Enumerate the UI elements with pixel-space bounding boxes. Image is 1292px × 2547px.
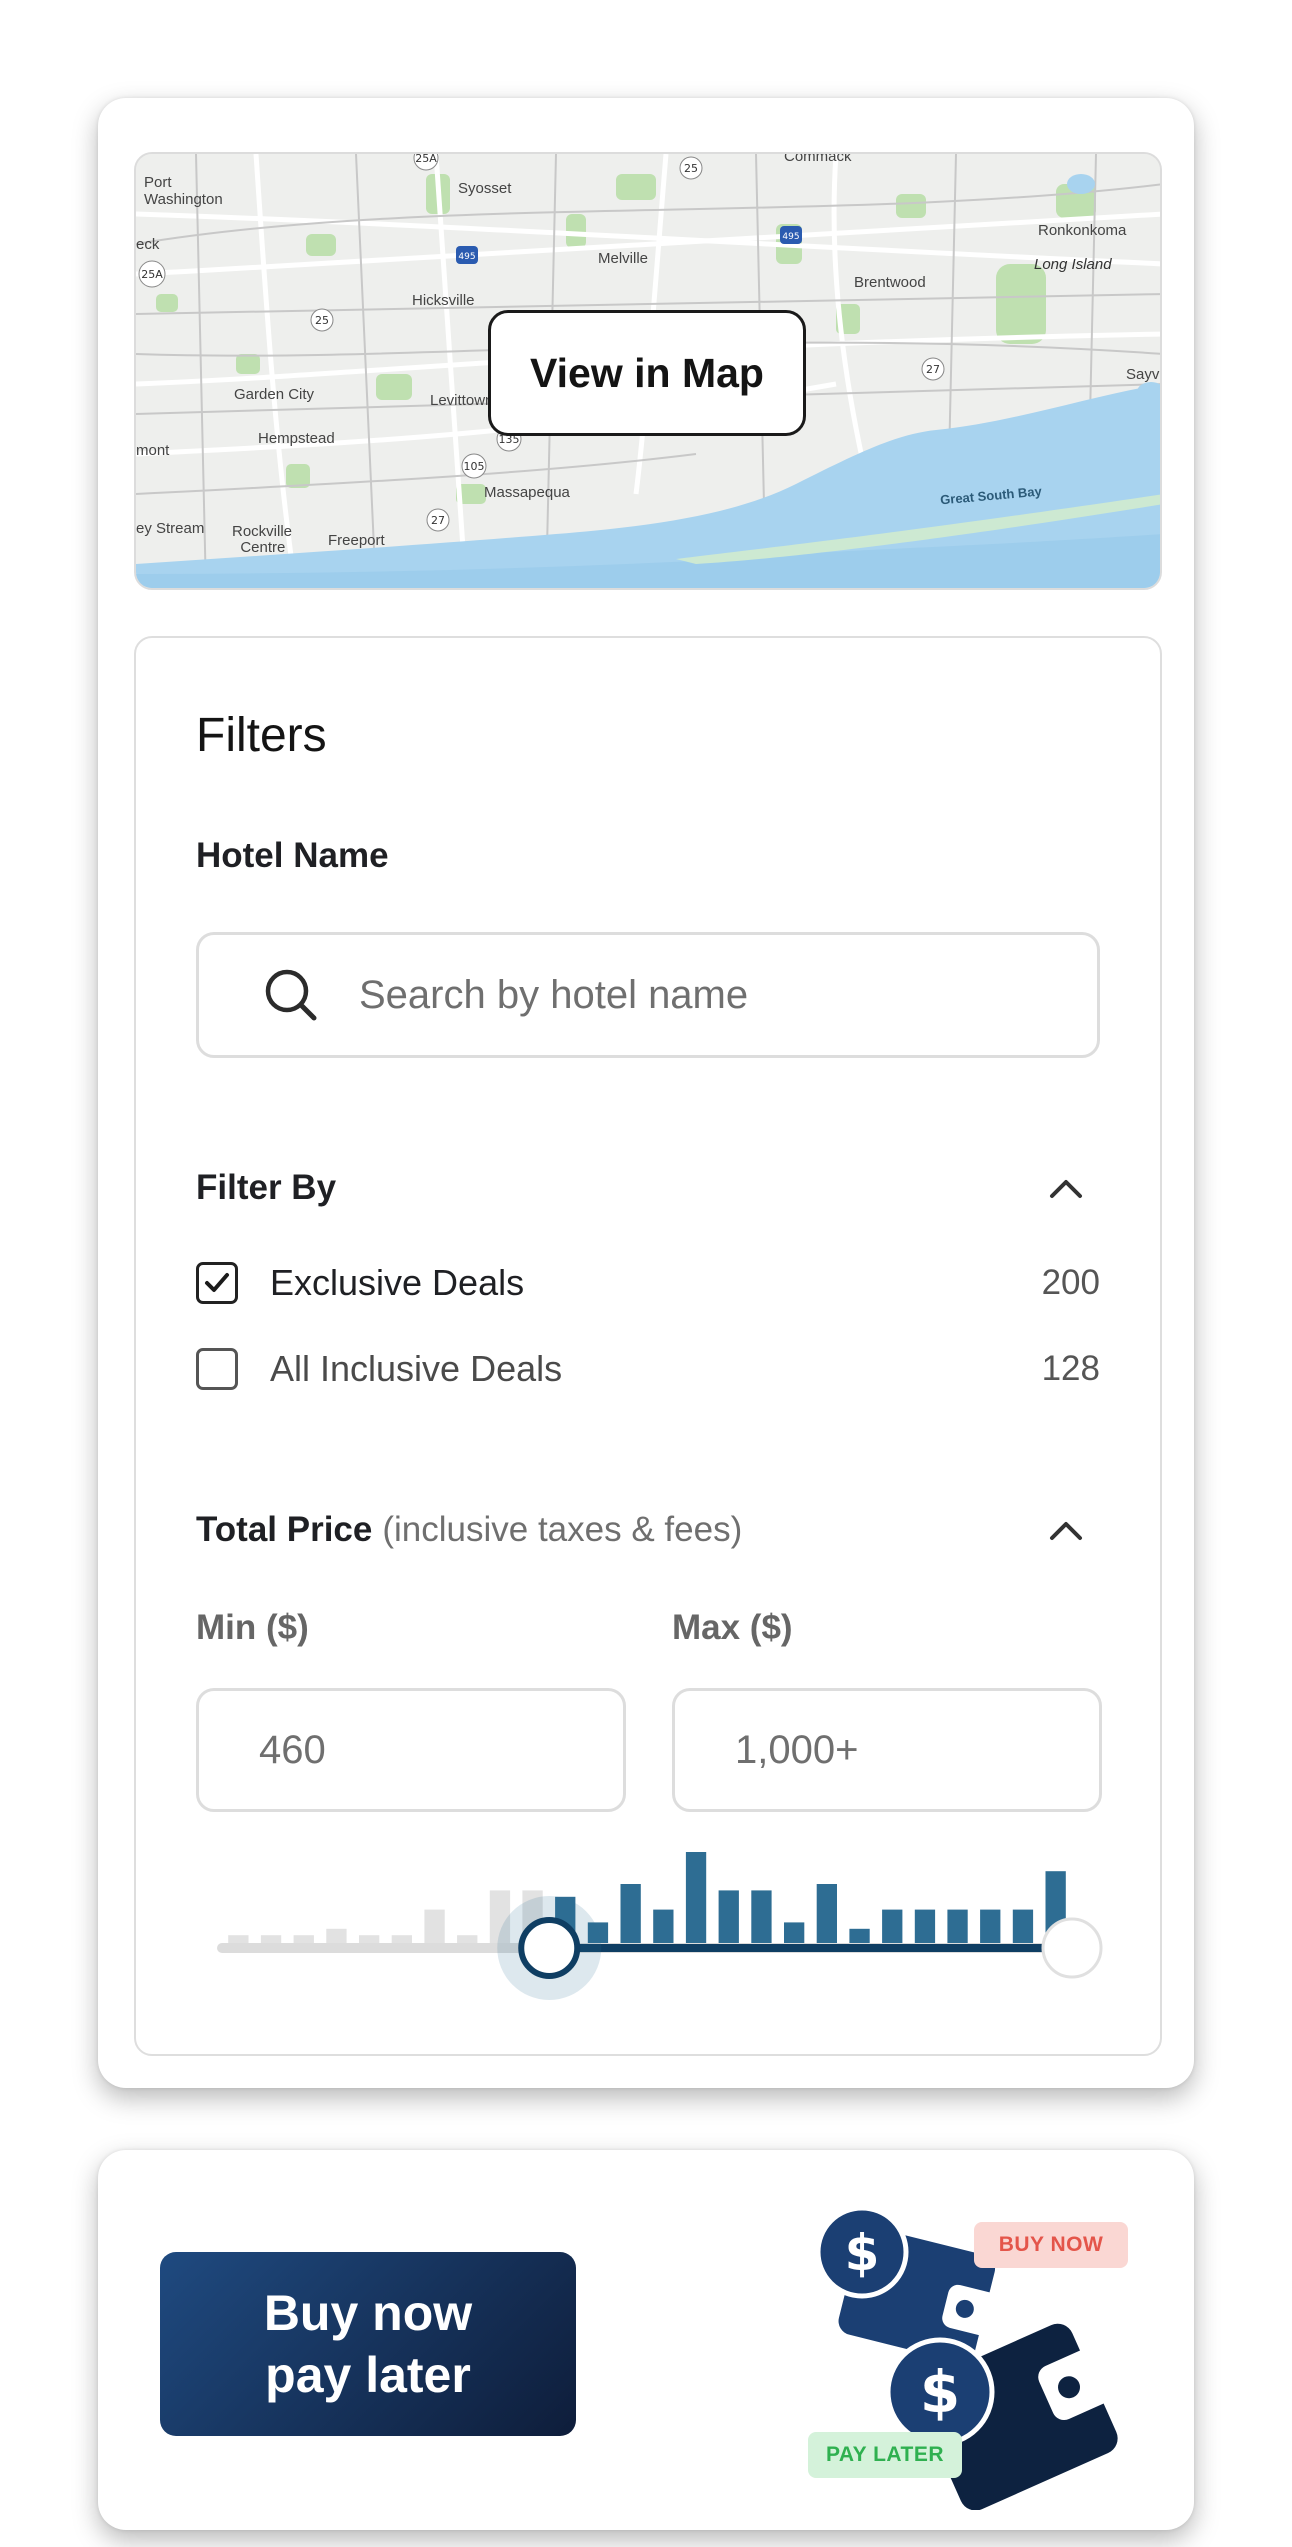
histogram-bar <box>816 1884 837 1948</box>
map-label-port-washington: Port Washington <box>144 174 223 208</box>
map-label-rockville-centre: Rockville Centre <box>232 523 293 556</box>
map-label-freeport: Freeport <box>328 532 385 549</box>
filters-title: Filters <box>196 709 327 762</box>
histogram-bar <box>653 1909 674 1948</box>
hotel-name-label: Hotel Name <box>196 836 389 875</box>
price-histogram-slider[interactable] <box>196 1846 1106 2006</box>
min-price-input[interactable]: 460 <box>196 1688 626 1812</box>
svg-text:25A: 25A <box>415 154 437 165</box>
map-label-hempstead: Hempstead <box>258 430 335 447</box>
map-label-hicksville: Hicksville <box>412 292 475 309</box>
filter-option-count: 200 <box>1041 1263 1100 1302</box>
filter-option-all-inclusive-deals[interactable]: All Inclusive Deals 128 <box>196 1344 1100 1394</box>
filter-option-label: All Inclusive Deals <box>270 1348 563 1389</box>
svg-text:25: 25 <box>684 162 698 175</box>
pay-later-badge: PAY LATER <box>808 2432 962 2478</box>
svg-text:25A: 25A <box>141 268 163 281</box>
map-label-commack: Commack <box>784 152 852 165</box>
checkmark-icon <box>205 1273 229 1292</box>
filters-panel: Filters Hotel Name Filter By Exclusive D… <box>134 636 1162 2056</box>
filter-option-exclusive-deals[interactable]: Exclusive Deals 200 <box>196 1258 1100 1308</box>
svg-text:27: 27 <box>431 514 445 527</box>
histogram-bar <box>751 1890 772 1948</box>
filter-by-collapse-toggle[interactable] <box>1048 1176 1084 1205</box>
bnpl-line-1: Buy now <box>263 2285 473 2341</box>
dollar-coin-icon: $ <box>885 2337 995 2447</box>
hotel-search-box[interactable] <box>196 932 1100 1058</box>
max-price-input[interactable]: 1,000+ <box>672 1688 1102 1812</box>
histogram-bar <box>947 1909 968 1948</box>
map-label-eck: eck <box>136 236 160 253</box>
map-label-brentwood: Brentwood <box>854 274 926 291</box>
map-label-garden-city: Garden City <box>234 386 315 403</box>
svg-text:495: 495 <box>458 252 475 262</box>
map-label-syosset: Syosset <box>458 180 512 197</box>
view-in-map-button[interactable]: View in Map <box>488 310 806 436</box>
histogram-bar <box>1012 1909 1034 1948</box>
svg-text:$: $ <box>920 2358 960 2426</box>
slider-min-handle[interactable] <box>518 1917 581 1979</box>
chevron-up-icon <box>1050 1522 1082 1540</box>
buy-now-badge: BUY NOW <box>974 2222 1128 2268</box>
filter-option-label: Exclusive Deals <box>270 1262 525 1303</box>
min-price-label: Min ($) <box>196 1608 309 1647</box>
histogram-bar <box>882 1909 903 1948</box>
map-label-mont: mont <box>136 442 170 459</box>
map-label-long-island: Long Island <box>1034 256 1112 273</box>
map-label-sayville: Sayvi <box>1126 366 1162 383</box>
map-label-levittown: Levittown <box>430 392 494 409</box>
chevron-up-icon <box>1050 1180 1082 1198</box>
promo-card: Buy now pay later $ $ BUY NOW PAY LATER <box>98 2150 1194 2530</box>
total-price-collapse-toggle[interactable] <box>1048 1518 1084 1547</box>
histogram-bar <box>980 1909 1001 1948</box>
total-price-label: Total Price (inclusive taxes & fees) <box>196 1510 742 1550</box>
histogram-bar <box>718 1890 739 1948</box>
checkbox-exclusive-deals[interactable] <box>196 1262 238 1304</box>
slider-max-handle[interactable] <box>1041 1917 1103 1979</box>
hotel-search-input[interactable] <box>359 972 1039 1018</box>
checkbox-all-inclusive-deals[interactable] <box>196 1348 238 1390</box>
map-label-melville: Melville <box>598 250 649 267</box>
histogram-bar <box>685 1852 707 1948</box>
map-label-ey-stream: ey Stream <box>136 520 205 537</box>
filter-by-label: Filter By <box>196 1168 337 1207</box>
svg-text:27: 27 <box>926 363 940 376</box>
svg-text:105: 105 <box>464 460 485 473</box>
bnpl-line-2: pay later <box>265 2347 471 2403</box>
dollar-coin-icon: $ <box>815 2205 909 2299</box>
total-price-subtitle: (inclusive taxes & fees) <box>382 1510 743 1549</box>
map-label-ronkonkoma: Ronkonkoma <box>1038 222 1127 239</box>
svg-text:25: 25 <box>315 314 329 327</box>
histogram-bar <box>914 1909 936 1948</box>
svg-text:495: 495 <box>782 232 799 242</box>
buy-now-pay-later-button[interactable]: Buy now pay later <box>160 2252 576 2436</box>
histogram-bar <box>424 1909 445 1948</box>
search-icon <box>265 969 317 1021</box>
main-card: 25A 25 25 25A 27 135 105 27 495 495 Port… <box>98 98 1194 2088</box>
histogram-bar <box>620 1884 641 1948</box>
svg-text:$: $ <box>845 2224 880 2282</box>
map-preview[interactable]: 25A 25 25 25A 27 135 105 27 495 495 Port… <box>134 152 1162 590</box>
filter-option-count: 128 <box>1041 1349 1100 1388</box>
max-price-label: Max ($) <box>672 1608 793 1647</box>
total-price-title: Total Price <box>196 1510 373 1549</box>
map-label-massapequa: Massapequa <box>484 484 570 501</box>
